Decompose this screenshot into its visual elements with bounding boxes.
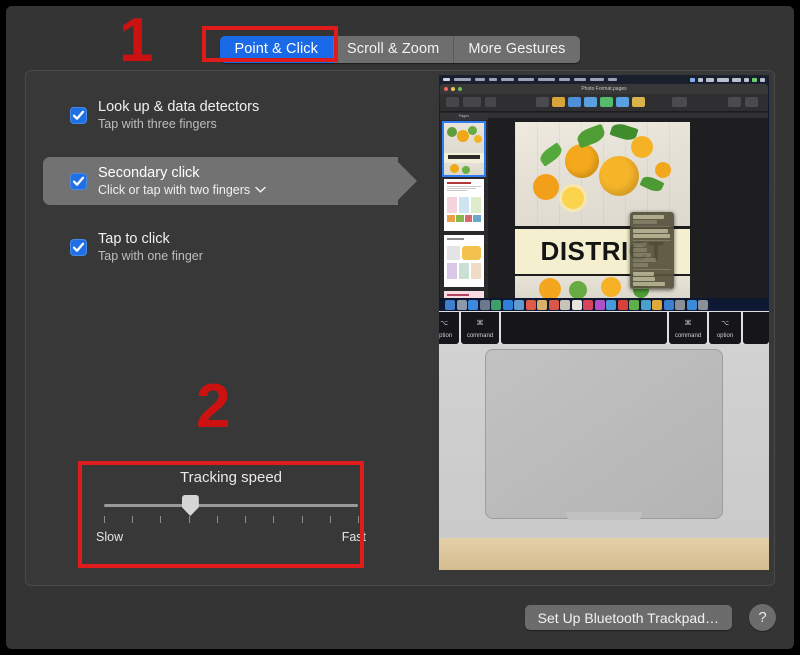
option-subtitle-text: Tap with three fingers [98, 116, 217, 131]
macos-dock[interactable] [439, 298, 769, 311]
option-subtitle: Tap with three fingers [98, 116, 259, 133]
page-thumbnail[interactable] [444, 235, 484, 287]
wooden-desk [439, 538, 769, 570]
option-subtitle: Tap with one finger [98, 248, 203, 265]
option-text: Secondary click Click or tap with two fi… [98, 164, 266, 199]
zoom-icon[interactable] [458, 87, 462, 91]
gesture-options-list: Look up & data detectors Tap with three … [26, 71, 425, 585]
pages-canvas: DISTRICT [488, 119, 768, 298]
pages-thumbnail-sidebar[interactable]: Pages [440, 113, 488, 298]
option-text: Tap to click Tap with one finger [98, 230, 203, 265]
slider-tick-marks [104, 516, 359, 524]
menu-bar-status-icons [690, 77, 765, 82]
key-option-left: ⌥option [439, 312, 459, 344]
document-page: DISTRICT [515, 122, 690, 298]
option-row-look-up[interactable]: Look up & data detectors Tap with three … [26, 91, 417, 139]
pages-app-window: Photo Format.pages Pages DISTRICT [440, 84, 768, 298]
macos-desktop-capture: Photo Format.pages Pages DISTRICT [439, 75, 769, 311]
checkbox-tap-to-click[interactable] [70, 238, 87, 256]
page-thumbnail[interactable] [442, 121, 486, 177]
slider-max-label: Fast [341, 530, 366, 544]
page-thumbnail[interactable] [444, 291, 484, 298]
pages-title-bar: Photo Format.pages [440, 84, 768, 94]
tab-bar: Point & Click Scroll & Zoom More Gesture… [6, 34, 794, 64]
option-title: Secondary click [98, 164, 200, 181]
option-subtitle-text: Click or tap with two fingers [98, 182, 251, 197]
macbook-deck [439, 344, 769, 538]
setup-bluetooth-trackpad-button[interactable]: Set Up Bluetooth Trackpad… [524, 605, 732, 630]
option-text: Look up & data detectors Tap with three … [98, 98, 259, 133]
tracking-speed-label: Tracking speed [180, 469, 282, 486]
slider-thumb[interactable] [181, 495, 199, 516]
tracking-speed-control: Tracking speed Slow Fast [86, 469, 376, 544]
key-arrow [743, 312, 769, 344]
option-row-secondary-click[interactable]: Secondary click Click or tap with two fi… [26, 157, 417, 205]
slider-end-labels: Slow Fast [96, 530, 366, 544]
key-command-left: ⌘ command [461, 312, 499, 344]
option-title: Look up & data detectors [98, 98, 260, 115]
macbook-photo: ⌥option ⌘command ⌘command ⌥option [439, 311, 769, 570]
slider-track [104, 504, 358, 507]
bottom-bar: Set Up Bluetooth Trackpad… ? [6, 587, 794, 649]
key-command-right: ⌘ command [669, 312, 707, 344]
key-option-right: ⌥ option [709, 312, 741, 344]
tab-scroll-and-zoom[interactable]: Scroll & Zoom [332, 35, 455, 63]
slider-track-wrap[interactable] [104, 495, 358, 516]
document-title: Photo Format.pages [581, 86, 627, 92]
chevron-down-icon[interactable] [255, 186, 266, 193]
trackpad-surface [485, 349, 723, 520]
option-title: Tap to click [98, 230, 170, 247]
help-button[interactable]: ? [749, 604, 776, 631]
slider-min-label: Slow [96, 530, 124, 544]
macos-menu-bar [439, 75, 769, 84]
close-icon[interactable] [444, 87, 448, 91]
trackpad-preferences-window: Point & Click Scroll & Zoom More Gesture… [6, 6, 794, 649]
context-menu[interactable] [630, 212, 674, 289]
key-spacebar [501, 312, 667, 344]
keyboard-bottom-row: ⌥option ⌘command ⌘command ⌥option [439, 311, 769, 344]
checkbox-secondary-click[interactable] [70, 172, 87, 190]
checkbox-look-up[interactable] [70, 106, 87, 124]
option-subtitle: Click or tap with two fingers [98, 182, 266, 199]
option-subtitle-text: Tap with one finger [98, 248, 203, 263]
trackpad-notch [566, 512, 642, 520]
page-thumbnail[interactable] [444, 179, 484, 231]
pages-sidebar-header: Pages [440, 113, 488, 120]
minimize-icon[interactable] [451, 87, 455, 91]
tab-more-gestures[interactable]: More Gestures [454, 35, 580, 63]
option-row-tap-to-click[interactable]: Tap to click Tap with one finger [26, 223, 417, 271]
gesture-preview-video[interactable]: Photo Format.pages Pages DISTRICT ⌥ ptio… [439, 75, 769, 570]
tab-point-and-click[interactable]: Point & Click [220, 35, 333, 63]
pages-toolbar [440, 94, 768, 112]
preferences-panel: Look up & data detectors Tap with three … [25, 70, 775, 586]
tab-group: Point & Click Scroll & Zoom More Gesture… [220, 35, 580, 63]
